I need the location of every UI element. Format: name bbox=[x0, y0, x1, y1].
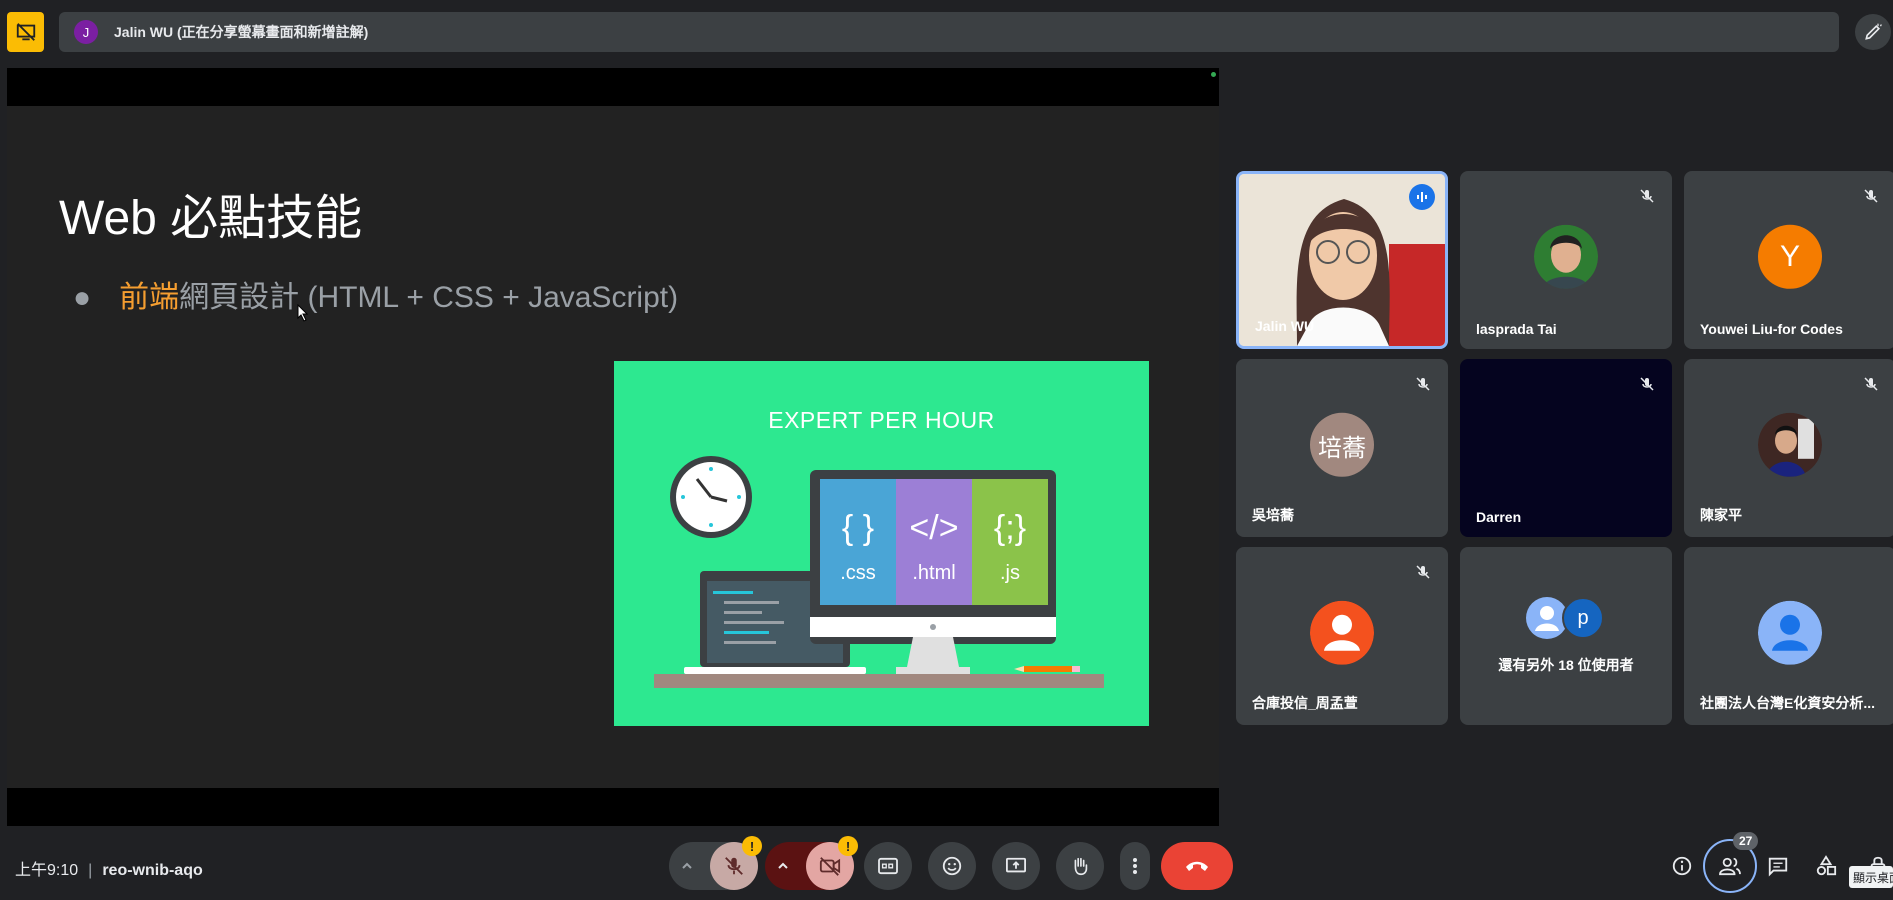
camera-button[interactable]: ! bbox=[806, 836, 858, 890]
mic-off-icon bbox=[1636, 185, 1658, 207]
meeting-code: reo-wnib-aqo bbox=[102, 862, 203, 879]
css-symbol: { } bbox=[842, 509, 874, 547]
chat-button[interactable] bbox=[1762, 850, 1794, 882]
presentation-banner: J Jalin WU (正在分享螢幕畫面和新增註解) bbox=[59, 12, 1839, 52]
captions-button[interactable] bbox=[864, 842, 912, 890]
shapes-icon bbox=[1816, 855, 1837, 876]
present-icon bbox=[1006, 857, 1026, 873]
mic-off-icon bbox=[1412, 373, 1434, 395]
chat-icon bbox=[1768, 857, 1788, 877]
presenting-icon[interactable] bbox=[7, 12, 44, 52]
separator: | bbox=[88, 862, 93, 879]
chevron-up-icon bbox=[778, 862, 788, 869]
slide-illustration: EXPERT PER HOUR { } .css </> .html {;} .… bbox=[614, 361, 1149, 726]
hand-icon bbox=[1074, 857, 1088, 876]
participant-name: 合庫投信_周孟萱 bbox=[1252, 695, 1358, 711]
hang-up-icon bbox=[1186, 861, 1208, 871]
microphone-button[interactable]: ! bbox=[710, 836, 762, 890]
more-participants-tile[interactable]: p 還有另外 18 位使用者 bbox=[1460, 547, 1672, 725]
meeting-details-button[interactable] bbox=[1666, 850, 1698, 882]
participant-name: 陳家平 bbox=[1700, 507, 1742, 523]
developer-desk-illustration: { } .css </> .html {;} .js bbox=[654, 456, 1104, 688]
js-label: .js bbox=[1000, 562, 1020, 584]
people-icon bbox=[1719, 857, 1741, 876]
bullet-highlight: 前端 bbox=[119, 281, 180, 314]
presenting-indicator bbox=[1211, 72, 1216, 77]
annotate-button[interactable] bbox=[1855, 14, 1891, 50]
avatar: 培蕎 bbox=[1310, 412, 1374, 477]
participant-count-badge: 27 bbox=[1733, 832, 1759, 850]
activities-button[interactable] bbox=[1810, 850, 1842, 882]
meeting-info: 上午9:10 | reo-wnib-aqo bbox=[15, 856, 203, 880]
clock-time: 上午9:10 bbox=[15, 862, 79, 879]
css-label: .css bbox=[840, 562, 876, 584]
participant-name: Youwei Liu-for Codes bbox=[1700, 321, 1843, 337]
participant-tile[interactable]: Darren bbox=[1460, 359, 1672, 537]
avatar bbox=[1534, 224, 1598, 289]
participant-tile[interactable]: 培蕎 吳培蕎 bbox=[1236, 359, 1448, 537]
mic-off-icon bbox=[1860, 185, 1882, 207]
participant-tile[interactable]: lasprada Tai bbox=[1460, 171, 1672, 349]
more-vert-icon bbox=[1133, 858, 1137, 874]
slide-bullet: ● 前端網頁設計 (HTML + CSS + JavaScript) bbox=[73, 272, 678, 316]
js-symbol: {;} bbox=[994, 509, 1026, 547]
mouse-cursor-icon bbox=[297, 304, 309, 322]
more-options-button[interactable] bbox=[1120, 842, 1150, 890]
info-icon bbox=[1672, 856, 1692, 876]
mic-off-icon bbox=[725, 857, 743, 875]
stop-presenting-icon bbox=[16, 23, 35, 41]
mic-off-icon bbox=[1412, 561, 1434, 583]
video-options-button[interactable] bbox=[765, 859, 801, 873]
camera-off-icon bbox=[819, 857, 841, 876]
participant-tile[interactable]: Jalin WU bbox=[1236, 171, 1448, 349]
reactions-button[interactable] bbox=[928, 842, 976, 890]
raise-hand-button[interactable] bbox=[1056, 842, 1104, 890]
audio-options-button[interactable] bbox=[669, 859, 705, 873]
mic-off-icon bbox=[1636, 373, 1658, 395]
participant-name: lasprada Tai bbox=[1476, 321, 1557, 337]
more-participants-text: 還有另外 18 位使用者 bbox=[1498, 657, 1634, 673]
avatar: p bbox=[1562, 597, 1604, 639]
tooltip: 顯示桌面 bbox=[1849, 866, 1893, 888]
speaking-indicator-icon bbox=[1409, 184, 1435, 210]
participant-tile[interactable]: 社團法人台灣E化資安分析... bbox=[1684, 547, 1893, 725]
default-user-avatar-icon bbox=[1310, 600, 1374, 665]
pen-icon bbox=[1865, 23, 1882, 40]
bullet-dot: ● bbox=[73, 281, 92, 314]
participant-tile[interactable]: 合庫投信_周孟萱 bbox=[1236, 547, 1448, 725]
present-screen-button[interactable] bbox=[992, 842, 1040, 890]
participant-name: Darren bbox=[1476, 509, 1522, 525]
html-symbol: </> bbox=[909, 509, 958, 547]
emoji-icon bbox=[942, 856, 962, 876]
captions-icon bbox=[878, 857, 898, 875]
chevron-up-icon bbox=[682, 862, 692, 869]
mic-warning-badge: ! bbox=[742, 836, 762, 856]
bullet-text: 網頁設計 (HTML + CSS + JavaScript) bbox=[179, 281, 679, 314]
slide-title: Web 必點技能 bbox=[59, 192, 363, 245]
avatar bbox=[1758, 412, 1822, 477]
html-label: .html bbox=[912, 562, 955, 584]
participant-tile[interactable]: 陳家平 bbox=[1684, 359, 1893, 537]
mic-off-icon bbox=[1860, 373, 1882, 395]
camera-warning-badge: ! bbox=[838, 836, 858, 856]
default-user-avatar-icon bbox=[1758, 600, 1822, 665]
participant-name: Jalin WU bbox=[1255, 318, 1315, 334]
participant-tile[interactable]: Y Youwei Liu-for Codes bbox=[1684, 171, 1893, 349]
leave-call-button[interactable] bbox=[1161, 842, 1233, 890]
avatar: Y bbox=[1758, 224, 1822, 289]
presenter-avatar: J bbox=[74, 20, 98, 44]
presenter-status-text: Jalin WU (正在分享螢幕畫面和新增註解) bbox=[114, 24, 369, 40]
participant-name: 吳培蕎 bbox=[1252, 507, 1294, 523]
participant-name: 社團法人台灣E化資安分析... bbox=[1700, 695, 1876, 711]
